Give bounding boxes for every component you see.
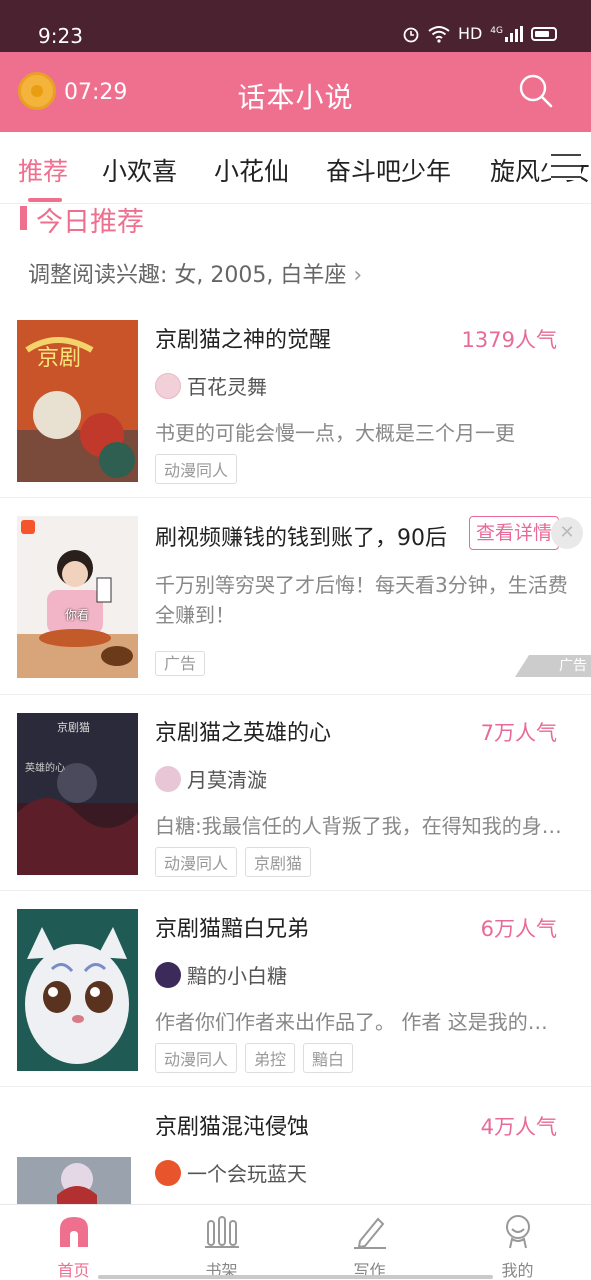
book-tags: 动漫同人 京剧猫 [155,847,312,877]
book-popularity: 7万人气 [480,721,557,745]
reading-interest-link[interactable]: 调整阅读兴趣: 女, 2005, 白羊座 › [28,257,362,289]
bookshelf-icon [205,1216,239,1248]
status-time: 9:23 [38,24,83,48]
tab-xiaohuaxian[interactable]: 小花仙 [214,152,289,188]
tab-recommend[interactable]: 推荐 [18,152,68,188]
status-bar: 9:23 HD 4G [0,0,591,52]
network-type: HD [457,24,483,43]
author-row[interactable]: 百花灵舞 [155,371,267,400]
author-row[interactable]: 一个会玩蓝天 [155,1158,307,1187]
svg-text:京剧猫: 京剧猫 [57,720,90,734]
ad-tags: 广告 [155,650,206,676]
book-tags: 动漫同人 弟控 黯白 [155,1043,354,1073]
svg-text:京剧: 京剧 [37,346,81,371]
app-title: 话本小说 [237,81,354,114]
ad-cover-caption: 你看 [65,608,90,622]
battery-icon [531,26,557,41]
tab-fendouba[interactable]: 奋斗吧少年 [326,152,451,188]
book-popularity: 1379人气 [461,328,557,352]
book-cover[interactable] [17,909,138,1071]
book-item[interactable]: 京剧猫黯白兄弟 6万人气 黯的小白糖 作者你们作者来出作品了。 作者 这是我的作… [0,891,591,1087]
ad-cover[interactable]: 你看 [17,516,138,678]
author-avatar [155,372,181,399]
reading-interest-text: 调整阅读兴趣: 女, 2005, 白羊座 [28,263,347,288]
author-avatar [155,961,181,988]
view-details-button[interactable]: 查看详情 [469,516,559,550]
book-description: 作者你们作者来出作品了。 作者 这是我的作品 [155,1010,565,1034]
tag[interactable]: 动漫同人 [155,454,238,484]
book-popularity: 6万人气 [480,917,557,941]
tag[interactable]: 动漫同人 [155,847,238,877]
home-indicator [98,1275,493,1279]
book-description: 书更的可能会慢一点，大概是三个月一更 [155,421,515,445]
tag[interactable]: 动漫同人 [155,1043,238,1073]
tab-xiaohuanxi[interactable]: 小欢喜 [102,152,177,188]
author-name: 月莫清漩 [187,768,267,792]
nav-home[interactable]: 首页 [0,1205,147,1280]
book-item[interactable]: 京剧猫混沌侵蚀 4万人气 一个会玩蓝天 [0,1087,591,1204]
ad-label: 广告 [155,651,206,676]
close-icon[interactable]: ✕ [551,517,583,549]
nav-profile[interactable]: 我的 [444,1205,591,1280]
section-title: 今日推荐 [36,207,144,238]
tag[interactable]: 弟控 [245,1043,296,1073]
menu-icon[interactable] [551,154,581,180]
pen-icon [354,1217,386,1249]
ad-title[interactable]: 刷视频赚钱的钱到账了，90后 [155,520,465,552]
nav-bookshelf[interactable]: 书架 [148,1205,295,1280]
book-cover[interactable] [17,1157,131,1204]
author-avatar [155,765,181,792]
book-description: 白糖:我最信任的人背叛了我，在得知我的身世后 [155,814,565,838]
book-title[interactable]: 京剧猫混沌侵蚀 [155,1109,455,1141]
search-icon[interactable] [517,72,555,110]
tag[interactable]: 京剧猫 [245,847,312,877]
book-tags: 动漫同人 [155,454,238,484]
book-item[interactable]: 京剧猫 英雄的心 京剧猫之英雄的心 7万人气 月莫清漩 白糖:我最信任的人背叛了我… [0,695,591,891]
home-icon [60,1217,88,1247]
author-avatar [155,1159,181,1186]
book-title[interactable]: 京剧猫黯白兄弟 [155,911,455,943]
status-icons: HD 4G [402,24,557,43]
app-header: 07:29 话本小说 [0,52,591,132]
bottom-nav: 首页 书架 写作 我的 [0,1204,591,1280]
nav-write[interactable]: 写作 [296,1205,443,1280]
author-name: 一个会玩蓝天 [187,1162,307,1186]
book-item[interactable]: 京剧 京剧猫之神的觉醒 1379人气 百花灵舞 书更的可能会慢一点，大概是三个月… [0,302,591,498]
category-tabs: 推荐 小欢喜 小花仙 奋斗吧少年 旋风少女 [0,132,591,204]
book-popularity: 4万人气 [480,1115,557,1139]
chevron-right-icon: › [353,263,363,288]
signal-icon: 4G [490,25,523,42]
wifi-icon [428,25,450,43]
author-row[interactable]: 月莫清漩 [155,764,267,793]
book-cover[interactable]: 京剧 [17,320,138,482]
book-title[interactable]: 京剧猫之神的觉醒 [155,322,455,354]
author-name: 百花灵舞 [187,375,267,399]
section-marker [20,206,27,230]
book-cover[interactable]: 京剧猫英雄的心 [17,713,138,875]
author-row[interactable]: 黯的小白糖 [155,960,287,989]
tag[interactable]: 黯白 [303,1043,354,1073]
svg-text:英雄的心: 英雄的心 [25,761,65,774]
ad-description: 千万别等穷哭了才后悔！每天看3分钟，生活费全赚到！ [155,573,568,627]
profile-icon [506,1215,530,1249]
author-name: 黯的小白糖 [187,964,287,988]
alarm-icon [403,27,419,42]
book-title[interactable]: 京剧猫之英雄的心 [155,715,455,747]
